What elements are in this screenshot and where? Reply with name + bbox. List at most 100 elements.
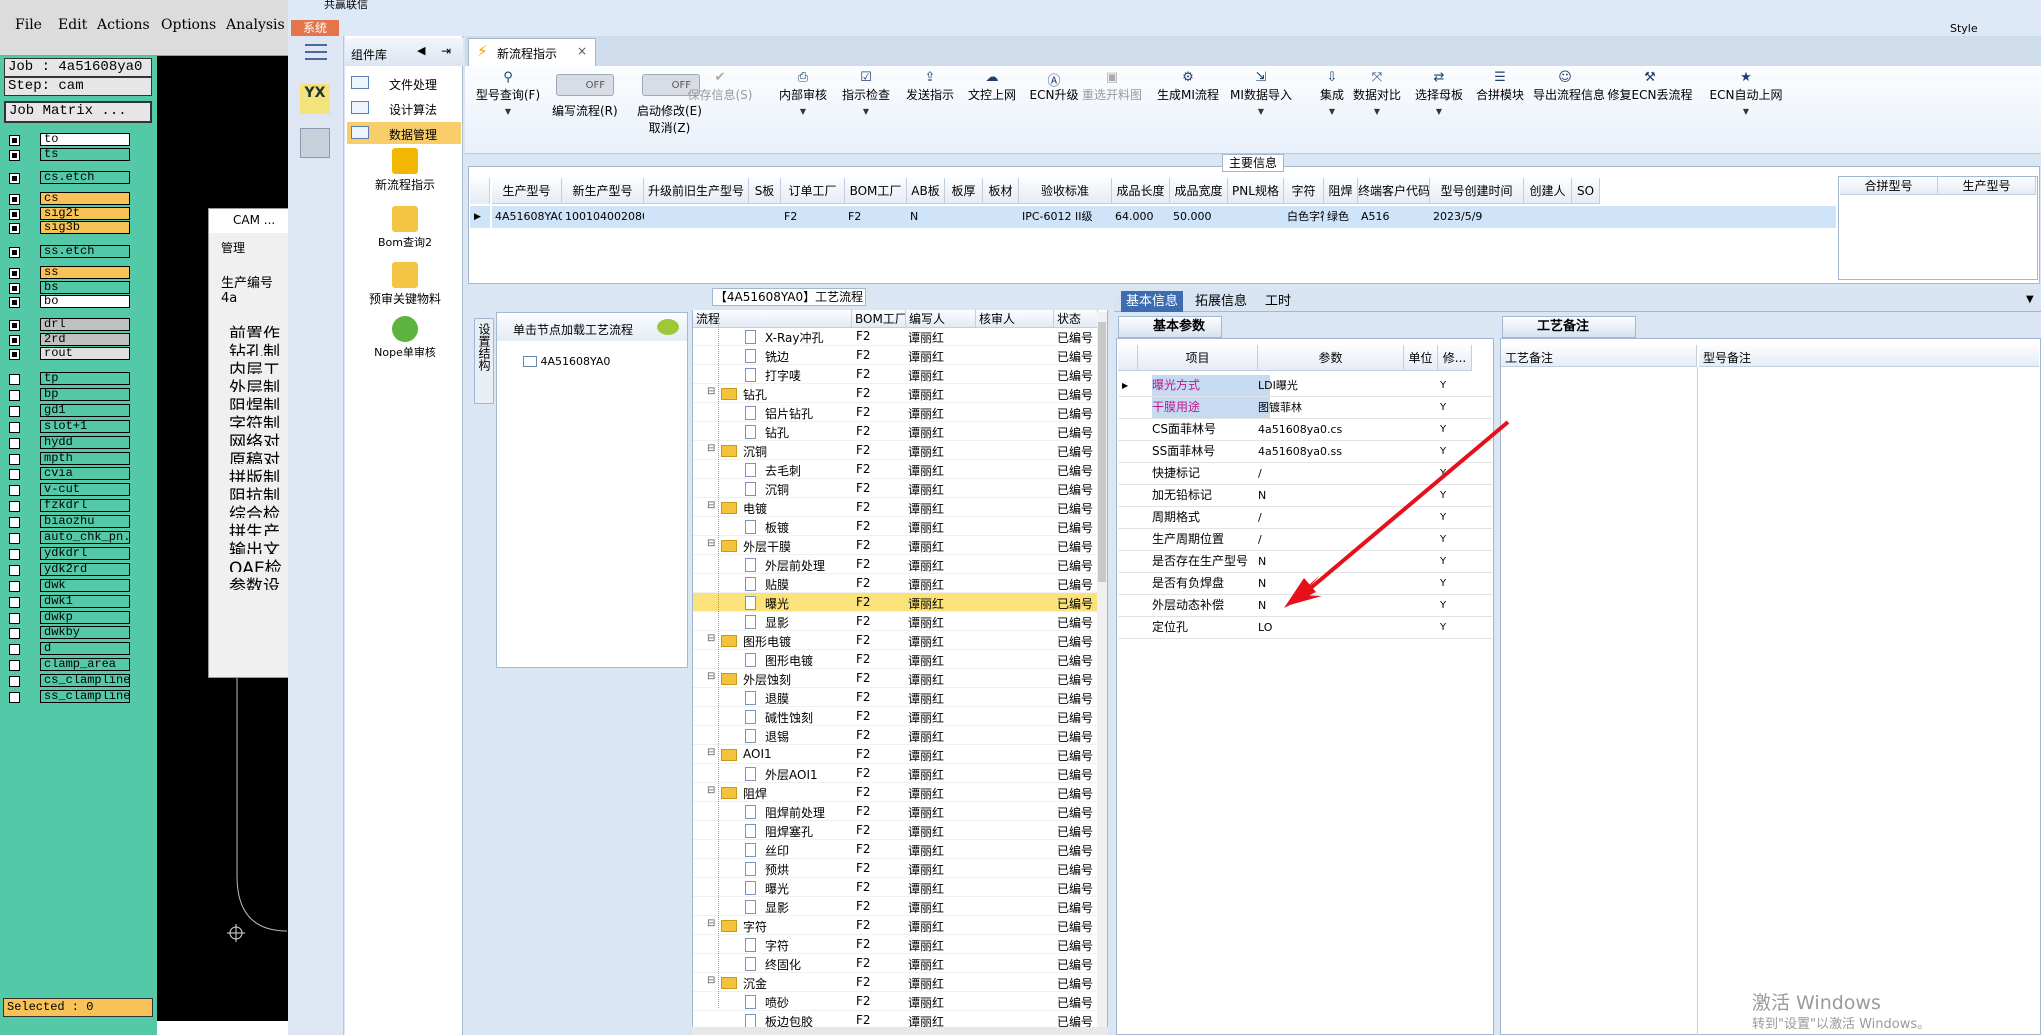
layer-row[interactable]: mpth bbox=[6, 451, 130, 466]
process-row[interactable]: 丝印 F2 谭丽红 已编号 bbox=[693, 840, 1097, 859]
layer-checkbox[interactable] bbox=[9, 149, 20, 161]
toolbar-button-16[interactable]: ☺ 导出流程信息 bbox=[1533, 70, 1605, 103]
layer-checkbox[interactable] bbox=[9, 320, 20, 331]
layer-checkbox[interactable] bbox=[9, 628, 20, 640]
info-tab-1[interactable]: 拓展信息 bbox=[1190, 291, 1252, 312]
layer-row[interactable]: sig2t bbox=[6, 206, 130, 221]
layer-row[interactable]: v-cut bbox=[6, 483, 130, 497]
layer-checkbox[interactable] bbox=[9, 297, 20, 308]
basic-row[interactable]: 定位孔 LO Y bbox=[1118, 617, 1492, 639]
layer-checkbox[interactable] bbox=[9, 223, 20, 234]
info-tab-2[interactable]: 工时 bbox=[1260, 291, 1296, 312]
layer-checkbox[interactable] bbox=[9, 564, 20, 576]
dialog-tree-item[interactable]: 钻孔制 bbox=[229, 338, 289, 356]
scroll-thumb[interactable] bbox=[1098, 322, 1106, 582]
process-row[interactable]: ⊟ 图形电镀 F2 谭丽红 已编号 bbox=[693, 631, 1097, 650]
toggle-switch[interactable]: OFF bbox=[556, 74, 614, 96]
layer-name[interactable]: ss.etch bbox=[40, 245, 130, 258]
layer-row[interactable]: 2rd bbox=[6, 332, 130, 347]
layer-row[interactable]: dwkp bbox=[6, 610, 130, 625]
layer-row[interactable]: d bbox=[6, 642, 130, 656]
dialog-tree-item[interactable]: 综合检 bbox=[229, 500, 289, 518]
layer-name[interactable]: rout bbox=[40, 347, 130, 360]
process-row[interactable]: 显影 F2 谭丽红 已编号 bbox=[693, 897, 1097, 916]
toolbar-button-1[interactable]: 编写流程(R) bbox=[552, 102, 618, 119]
process-row[interactable]: ⊟ 沉金 F2 谭丽红 已编号 bbox=[693, 973, 1097, 992]
style-dropdown[interactable]: Style bbox=[1950, 22, 1978, 35]
layer-checkbox[interactable] bbox=[9, 453, 20, 465]
info-tab-0[interactable]: 基本信息 bbox=[1121, 291, 1184, 312]
process-row[interactable]: ⊟ 阻焊 F2 谭丽红 已编号 bbox=[693, 783, 1097, 802]
layer-name[interactable]: dwkp bbox=[40, 610, 130, 624]
main-cell[interactable] bbox=[1228, 206, 1284, 228]
layer-name[interactable]: cs_clampline bbox=[40, 674, 130, 688]
dialog-tree-item[interactable]: 参数设 bbox=[229, 572, 289, 590]
cam-dialog[interactable]: CAM ... 管理 生产编号 4a 前置作 钻孔制 内层工 外层制 阻焊制 字符制 网络对… bbox=[208, 208, 290, 678]
layer-checkbox[interactable] bbox=[9, 173, 20, 184]
layer-row[interactable]: ydk2rd bbox=[6, 562, 130, 577]
big-item-1[interactable]: Bom查询2 bbox=[350, 206, 460, 250]
dialog-tree[interactable]: 前置作 钻孔制 内层工 外层制 阻焊制 字符制 网络对 原稿对 拼版制 阻抗制 综合检 拼生产 输出文 Q… bbox=[209, 316, 289, 590]
process-row[interactable]: ⊟ 电镀 F2 谭丽红 已编号 bbox=[693, 498, 1097, 517]
toolbar-button-0[interactable]: ⚲ 型号查询(F) ▼ bbox=[462, 70, 554, 117]
layer-row[interactable]: hydd bbox=[6, 435, 130, 450]
menu-analysis[interactable]: Analysis bbox=[226, 17, 285, 33]
basic-row[interactable]: ▶ 曝光方式 LDI曝光 Y bbox=[1118, 375, 1492, 397]
process-side-tab[interactable]: 设置结构 bbox=[474, 318, 494, 404]
dialog-tree-item[interactable]: 前置作 bbox=[229, 320, 289, 338]
nav-item-2[interactable]: 数据管理 bbox=[347, 122, 461, 144]
dialog-tree-item[interactable]: 阻抗制 bbox=[229, 482, 289, 500]
toolbar-button-14[interactable]: ⇄ 选择母板 ▼ bbox=[1407, 70, 1471, 117]
layer-name[interactable]: sig3b bbox=[40, 221, 130, 234]
process-row[interactable]: 碱性蚀刻 F2 谭丽红 已编号 bbox=[693, 707, 1097, 726]
process-row[interactable]: 退锡 F2 谭丽红 已编号 bbox=[693, 726, 1097, 745]
layer-row[interactable]: bs bbox=[6, 280, 130, 295]
hscrollbar[interactable] bbox=[692, 1027, 1108, 1035]
layer-checkbox[interactable] bbox=[9, 596, 20, 608]
toolbar-button-5[interactable]: ☑ 指示检查 ▼ bbox=[834, 70, 898, 117]
collapse-left-icon[interactable]: ◀ bbox=[417, 44, 425, 57]
layer-name[interactable]: tp bbox=[40, 372, 130, 385]
process-row[interactable]: 预烘 F2 谭丽红 已编号 bbox=[693, 859, 1097, 878]
main-cell[interactable]: 50.000 bbox=[1170, 206, 1228, 228]
menu-edit[interactable]: Edit bbox=[58, 17, 87, 33]
layer-name[interactable]: cs bbox=[40, 192, 130, 205]
process-row[interactable]: 退膜 F2 谭丽红 已编号 bbox=[693, 688, 1097, 707]
layer-row[interactable]: slot+1 bbox=[6, 419, 130, 434]
layer-row[interactable]: auto_chk_pn. bbox=[6, 531, 130, 545]
process-row[interactable]: ⊟ 沉铜 F2 谭丽红 已编号 bbox=[693, 441, 1097, 460]
basic-value[interactable]: LDI曝光 bbox=[1258, 375, 1402, 396]
main-cell[interactable] bbox=[644, 206, 749, 228]
root-node[interactable]: 4A51608YA0 bbox=[523, 355, 610, 368]
layer-checkbox[interactable] bbox=[9, 469, 20, 481]
process-row[interactable]: 钻孔 F2 谭丽红 已编号 bbox=[693, 422, 1097, 441]
layer-name[interactable]: slot+1 bbox=[40, 419, 130, 433]
menu-options[interactable]: Options bbox=[161, 17, 216, 33]
layer-checkbox[interactable] bbox=[9, 533, 20, 544]
dialog-tree-item[interactable]: 原稿对 bbox=[229, 446, 289, 464]
collapse-icon[interactable]: ⊟ bbox=[707, 918, 715, 929]
main-cell[interactable]: F2 bbox=[781, 206, 845, 228]
layer-row[interactable]: bp bbox=[6, 387, 130, 402]
toolbar-button-17[interactable]: ⚒ 修复ECN丢流程 bbox=[1604, 70, 1696, 103]
layer-row[interactable]: tp bbox=[6, 372, 130, 386]
big-item-2[interactable]: 预审关键物料 bbox=[350, 262, 460, 307]
main-cell[interactable] bbox=[749, 206, 781, 228]
main-cell[interactable] bbox=[1524, 206, 1572, 228]
toolbar-button-10[interactable]: ⚙ 生成MI流程 bbox=[1156, 70, 1220, 103]
layer-checkbox[interactable] bbox=[9, 374, 20, 385]
toolbar-button-8[interactable]: Ⓐ ECN升级 bbox=[1022, 70, 1086, 103]
layer-name[interactable]: dwkby bbox=[40, 626, 130, 640]
big-item-3[interactable]: Nope单审核 bbox=[350, 316, 460, 360]
layer-checkbox[interactable] bbox=[9, 676, 20, 688]
calculator-icon[interactable] bbox=[300, 128, 330, 158]
layer-checkbox[interactable] bbox=[9, 612, 20, 624]
process-row[interactable]: 阻焊前处理 F2 谭丽红 已编号 bbox=[693, 802, 1097, 821]
toolbar-button-11[interactable]: ⇲ MI数据导入 ▼ bbox=[1229, 70, 1293, 117]
dialog-tree-item[interactable]: 阻焊制 bbox=[229, 392, 289, 410]
process-row[interactable]: ⊟ 外层干膜 F2 谭丽红 已编号 bbox=[693, 536, 1097, 555]
toolbar-button-6[interactable]: ⇪ 发送指示 bbox=[898, 70, 962, 103]
collapse-icon[interactable]: ⊟ bbox=[707, 500, 715, 511]
layer-row[interactable]: ss bbox=[6, 266, 130, 280]
toolbar-button-7[interactable]: ☁ 文控上网 bbox=[960, 70, 1024, 103]
